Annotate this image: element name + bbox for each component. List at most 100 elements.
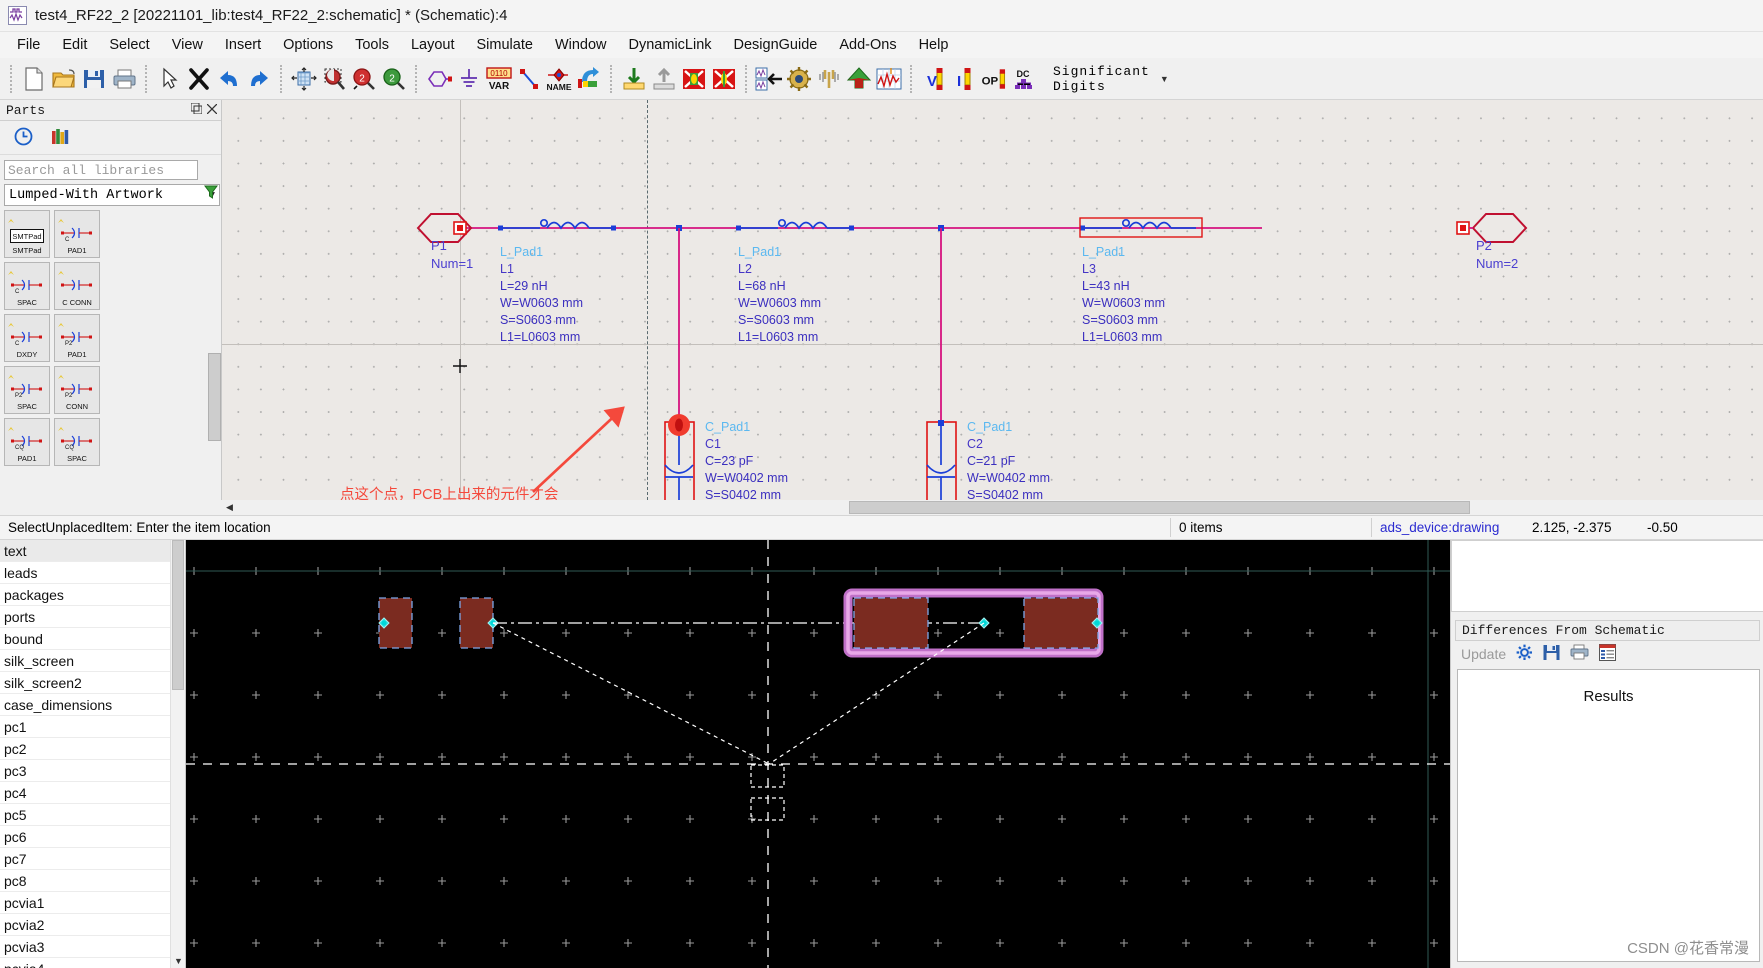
library-books-icon[interactable] <box>51 127 70 149</box>
layer-list-item[interactable]: pc5 <box>0 804 185 826</box>
search-input-wrapper[interactable] <box>4 160 198 180</box>
layer-list-item[interactable]: pc3 <box>0 760 185 782</box>
layer-list-item[interactable]: text <box>0 540 185 562</box>
layer-list-item[interactable]: silk_screen <box>0 650 185 672</box>
data-display-icon[interactable] <box>874 63 904 95</box>
library-select[interactable]: Lumped-With Artwork ▼ <box>4 184 220 206</box>
layer-list-item[interactable]: pcvia4 <box>0 958 185 968</box>
part-cell[interactable]: C DXDY <box>4 314 50 362</box>
menu-dynamiclink[interactable]: DynamicLink <box>618 34 723 56</box>
layer-list-item[interactable]: pcvia1 <box>0 892 185 914</box>
push-into-hierarchy-icon[interactable] <box>619 63 649 95</box>
search-input[interactable] <box>5 161 197 179</box>
save-icon[interactable] <box>1543 644 1560 664</box>
schematic-hscroll-thumb[interactable] <box>849 501 1470 514</box>
simulate-icon[interactable] <box>844 63 874 95</box>
parts-grid-scroll-thumb[interactable] <box>208 353 221 441</box>
schematic-hscroll-track[interactable] <box>237 501 1763 514</box>
print-icon[interactable] <box>109 63 139 95</box>
var-eqn-icon[interactable]: 0110 VAR <box>484 63 514 95</box>
menu-window[interactable]: Window <box>544 34 618 56</box>
update-button[interactable]: Update <box>1461 646 1506 662</box>
layer-list-item[interactable]: case_dimensions <box>0 694 185 716</box>
new-icon[interactable] <box>19 63 49 95</box>
significant-digits-dropdown-arrow[interactable]: ▼ <box>1160 74 1169 84</box>
zoom-out-icon[interactable]: 2 <box>379 63 409 95</box>
menu-file[interactable]: File <box>6 34 51 56</box>
wire-name-icon[interactable]: NAME <box>544 63 574 95</box>
menu-options[interactable]: Options <box>272 34 344 56</box>
redo-icon[interactable] <box>244 63 274 95</box>
wire-icon[interactable] <box>514 63 544 95</box>
part-cell[interactable]: CQ SPAC <box>54 418 100 466</box>
part-cell[interactable]: P2 PAD1 <box>54 314 100 362</box>
layer-list-item[interactable]: pc4 <box>0 782 185 804</box>
layer-list-scroll-thumb[interactable] <box>172 540 184 690</box>
deactivate-all-icon[interactable] <box>709 63 739 95</box>
schematic-canvas[interactable]: P1 Num=1 P2 Num=2 L_Pad1 L1 L=29 nH W=W0… <box>222 100 1763 500</box>
menu-insert[interactable]: Insert <box>214 34 272 56</box>
menu-simulate[interactable]: Simulate <box>466 34 544 56</box>
layer-list-item[interactable]: pc8 <box>0 870 185 892</box>
zoom-in-icon[interactable]: 2 <box>349 63 379 95</box>
generate-layout-icon[interactable] <box>754 63 784 95</box>
part-cell[interactable]: C SPAC <box>4 262 50 310</box>
insert-pin-icon[interactable] <box>574 63 604 95</box>
port-icon[interactable] <box>424 63 454 95</box>
current-probe-icon[interactable]: I <box>949 63 979 95</box>
part-cell[interactable]: P2 SPAC <box>4 366 50 414</box>
status-layer[interactable]: ads_device:drawing <box>1372 515 1524 540</box>
menu-tools[interactable]: Tools <box>344 34 400 56</box>
report-icon[interactable] <box>1599 644 1617 664</box>
voltage-probe-icon[interactable]: V <box>919 63 949 95</box>
dc-annotate-icon[interactable]: DC <box>1009 63 1039 95</box>
layer-list-item[interactable]: pc2 <box>0 738 185 760</box>
part-cell[interactable]: P2 CONN <box>54 366 100 414</box>
layer-list-item[interactable]: ports <box>0 606 185 628</box>
menu-designguide[interactable]: DesignGuide <box>723 34 829 56</box>
layout-canvas[interactable] <box>186 540 1450 968</box>
part-cell[interactable]: C PAD1 <box>54 210 100 258</box>
deactivate-icon[interactable] <box>679 63 709 95</box>
menu-view[interactable]: View <box>161 34 214 56</box>
layer-list-item[interactable]: pcvia2 <box>0 914 185 936</box>
layer-list-scrollbar[interactable]: ▼ <box>170 540 185 968</box>
undo-icon[interactable] <box>214 63 244 95</box>
part-cell[interactable]: C CONN <box>54 262 100 310</box>
open-folder-icon[interactable] <box>49 63 79 95</box>
ground-icon[interactable] <box>454 63 484 95</box>
delete-x-icon[interactable] <box>184 63 214 95</box>
menu-select[interactable]: Select <box>98 34 160 56</box>
select-arrow-icon[interactable] <box>154 63 184 95</box>
schematic-hscrollbar[interactable]: ◀ <box>222 500 1763 515</box>
filter-funnel-icon[interactable] <box>204 184 218 203</box>
menu-edit[interactable]: Edit <box>51 34 98 56</box>
pin-icon[interactable] <box>190 102 203 118</box>
zoom-fit-icon[interactable] <box>289 63 319 95</box>
parts-grid-scrollbar[interactable] <box>208 353 221 541</box>
menu-help[interactable]: Help <box>908 34 960 56</box>
layer-list-item[interactable]: pc6 <box>0 826 185 848</box>
tuning-icon[interactable] <box>814 63 844 95</box>
scroll-left-icon[interactable]: ◀ <box>222 500 237 515</box>
layer-list-item[interactable]: silk_screen2 <box>0 672 185 694</box>
print-icon[interactable] <box>1570 644 1589 664</box>
layer-list-item[interactable]: pc7 <box>0 848 185 870</box>
op-probe-icon[interactable]: OP <box>979 63 1009 95</box>
history-clock-icon[interactable] <box>14 127 33 149</box>
menu-addons[interactable]: Add-Ons <box>828 34 907 56</box>
layer-list[interactable]: text leads packages ports bound silk_screen si… <box>0 540 186 968</box>
menu-layout[interactable]: Layout <box>400 34 466 56</box>
simulation-settings-icon[interactable] <box>784 63 814 95</box>
layer-list-item[interactable]: pcvia3 <box>0 936 185 958</box>
layer-list-item[interactable]: leads <box>0 562 185 584</box>
zoom-area-icon[interactable] <box>319 63 349 95</box>
layer-list-item[interactable]: packages <box>0 584 185 606</box>
part-cell[interactable]: CQ PAD1 <box>4 418 50 466</box>
layer-list-item[interactable]: pc1 <box>0 716 185 738</box>
pop-out-hierarchy-icon[interactable] <box>649 63 679 95</box>
save-icon[interactable] <box>79 63 109 95</box>
gear-icon[interactable] <box>1516 644 1533 664</box>
scroll-down-icon[interactable]: ▼ <box>171 953 185 968</box>
close-icon[interactable] <box>206 103 218 118</box>
